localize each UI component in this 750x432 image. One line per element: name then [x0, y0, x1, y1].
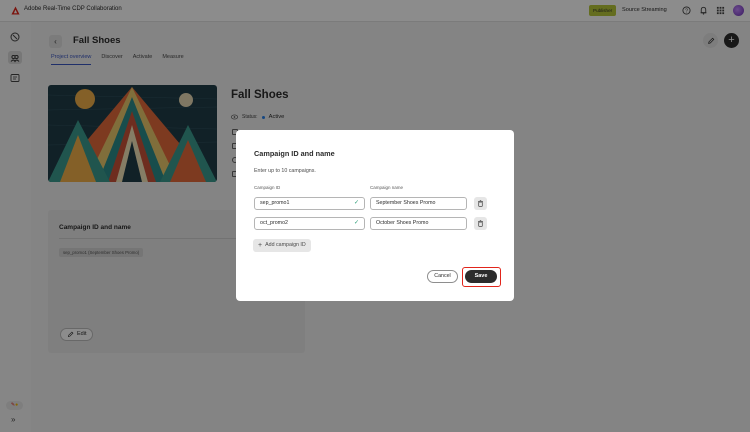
campaign-name-field[interactable]: October Shoes Promo [370, 217, 467, 230]
add-campaign-id-label: Add campaign ID [265, 242, 306, 248]
trash-icon [478, 220, 483, 227]
dialog-description: Enter up to 10 campaigns. [254, 168, 316, 174]
campaign-name-value: September Shoes Promo [376, 200, 436, 206]
delete-row-button[interactable] [474, 197, 487, 210]
plus-icon: + [258, 242, 263, 249]
campaign-id-value: oct_promo2 [260, 220, 288, 226]
campaign-name-value: October Shoes Promo [376, 220, 429, 226]
campaign-name-field[interactable]: September Shoes Promo [370, 197, 467, 210]
campaign-dialog: Campaign ID and name Enter up to 10 camp… [236, 130, 514, 301]
cancel-button[interactable]: Cancel [427, 270, 458, 283]
add-campaign-id-button[interactable]: + Add campaign ID [253, 239, 311, 252]
campaign-name-column-label: Campaign name [370, 185, 404, 190]
campaign-id-column-label: Campaign ID [254, 185, 281, 190]
checkmark-icon: ✓ [353, 220, 359, 226]
dialog-title: Campaign ID and name [254, 149, 335, 158]
save-button[interactable]: Save [465, 270, 497, 283]
trash-icon [478, 200, 483, 207]
campaign-id-value: sep_promo1 [260, 200, 290, 206]
campaign-id-field[interactable]: oct_promo2 ✓ [254, 217, 365, 230]
delete-row-button[interactable] [474, 217, 487, 230]
checkmark-icon: ✓ [353, 200, 359, 206]
campaign-id-field[interactable]: sep_promo1 ✓ [254, 197, 365, 210]
